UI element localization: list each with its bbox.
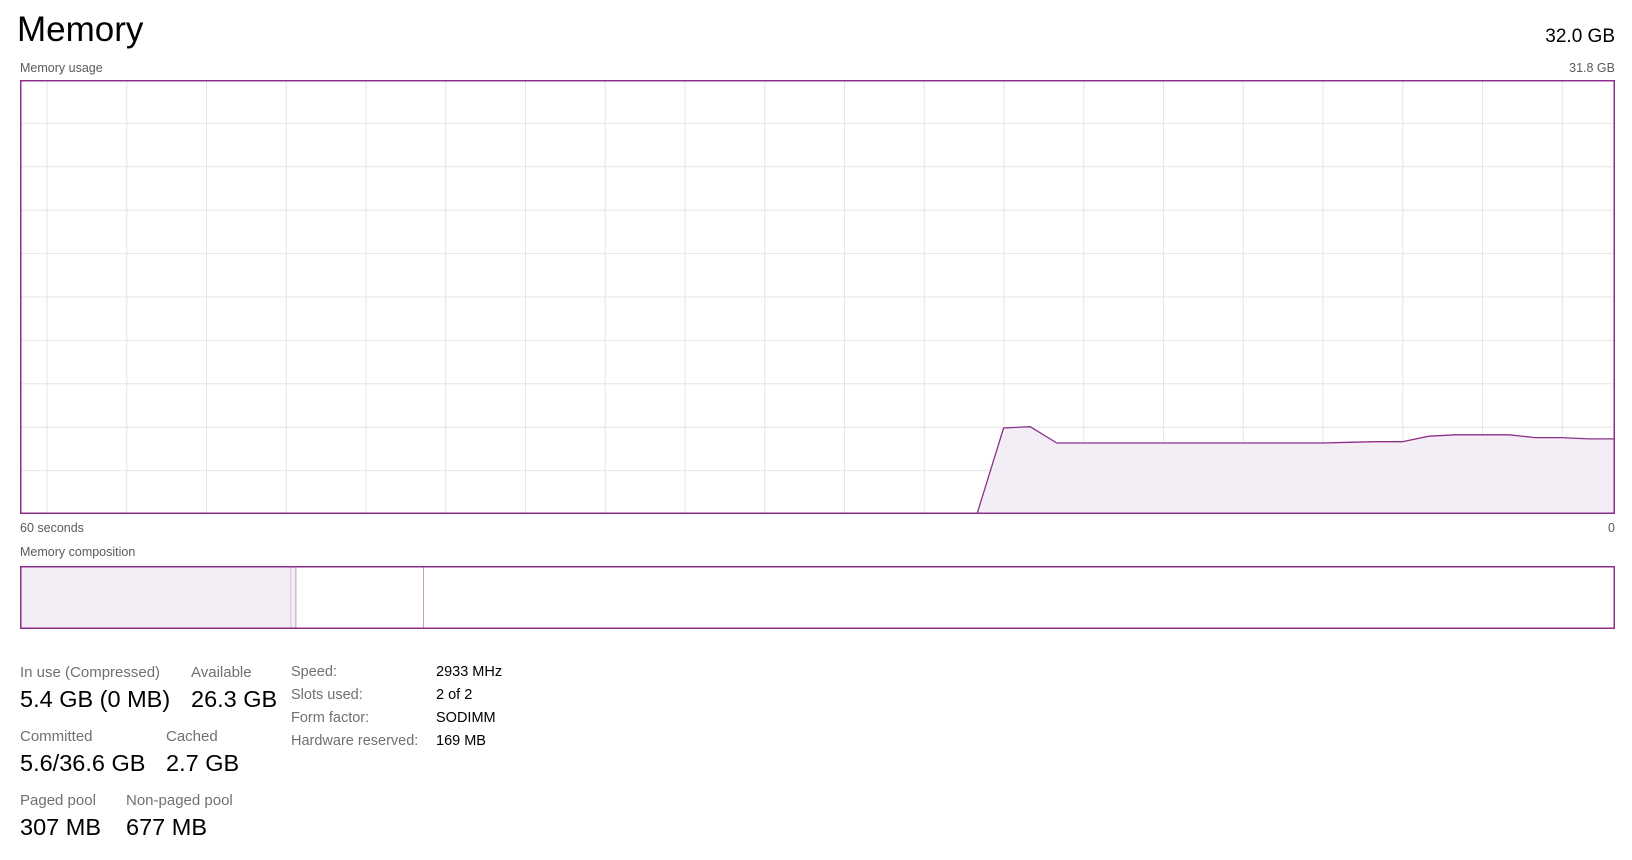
stat-in-use-label: In use (Compressed) [20,664,161,681]
memory-usage-graph [20,80,1615,514]
stat-cached: Cached 2.7 GB [166,728,239,777]
memory-usage-chart [20,80,1615,514]
property-key: Form factor: [291,710,370,726]
stat-cached-label: Cached [166,728,218,745]
property-row: Hardware reserved: 169 MB [291,733,502,756]
memory-usage-label: Memory usage [20,61,103,75]
stat-committed-value: 5.6/36.6 GB [20,750,146,776]
stat-in-use-value: 5.4 GB (0 MB) [20,686,171,712]
property-value: SODIMM [436,710,496,726]
composition-in-use-segment [20,566,292,629]
time-axis-start-label: 60 seconds [20,521,84,535]
property-key: Hardware reserved: [291,733,419,749]
property-row: Form factor: SODIMM [291,710,502,733]
stat-non-paged-pool-label: Non-paged pool [126,792,233,809]
property-row: Speed: 2933 MHz [291,664,502,687]
property-key: Speed: [291,664,337,680]
memory-usage-max-label: 31.8 GB [1569,61,1615,75]
property-value: 2933 MHz [436,664,503,680]
stat-available: Available 26.3 GB [191,664,277,713]
composition-modified-segment [291,566,296,629]
time-axis-end-label: 0 [1608,521,1615,535]
stat-available-value: 26.3 GB [191,686,278,712]
property-key: Slots used: [291,687,363,703]
memory-properties-table: Speed: 2933 MHz Slots used: 2 of 2 Form … [291,664,502,756]
memory-performance-pane: Memory 32.0 GB Memory usage 31.8 GB 60 s… [0,0,1632,860]
property-value: 169 MB [436,733,486,749]
memory-composition-graph [20,566,1615,629]
stat-paged-pool: Paged pool 307 MB [20,792,101,841]
stat-in-use: In use (Compressed) 5.4 GB (0 MB) [20,664,170,713]
stat-paged-pool-value: 307 MB [20,814,101,840]
stat-non-paged-pool: Non-paged pool 677 MB [126,792,233,841]
stat-available-label: Available [191,664,252,681]
property-value: 2 of 2 [436,687,473,703]
memory-composition-label: Memory composition [20,545,136,559]
stat-paged-pool-label: Paged pool [20,792,96,809]
stat-committed-label: Committed [20,728,93,745]
page-title: Memory [17,10,144,49]
stat-non-paged-pool-value: 677 MB [126,814,207,840]
property-row: Slots used: 2 of 2 [291,687,502,710]
total-memory: 32.0 GB [1545,26,1615,47]
stat-committed: Committed 5.6/36.6 GB [20,728,145,777]
memory-composition-bar [20,566,1615,629]
stat-cached-value: 2.7 GB [166,750,240,776]
